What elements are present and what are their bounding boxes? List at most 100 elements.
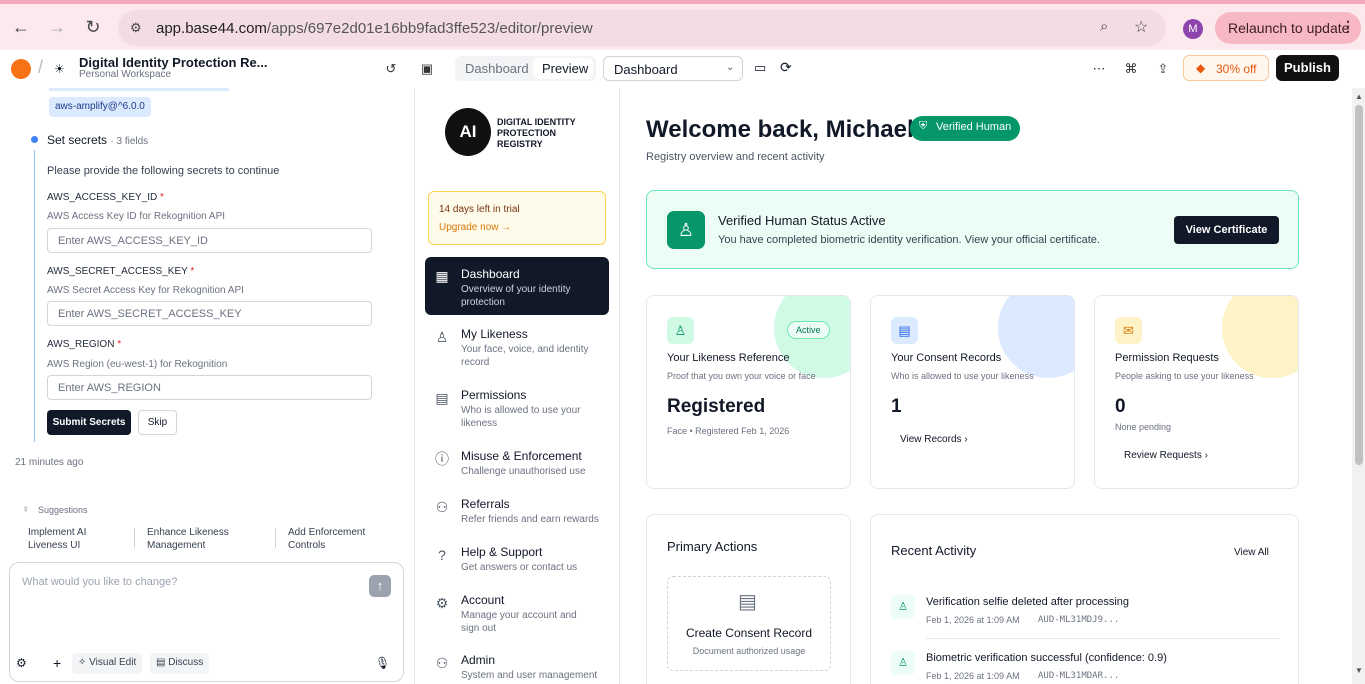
skip-button[interactable]: Skip — [138, 410, 177, 435]
scrollbar-thumb[interactable] — [1355, 105, 1363, 465]
back-icon[interactable]: ← — [10, 16, 32, 38]
activity-time: Feb 1, 2026 at 1:09 AM — [926, 615, 1020, 625]
nav-desc: Get answers or contact us — [461, 562, 578, 573]
suggestion-chip[interactable]: Implement AI Liveness UI — [28, 526, 118, 552]
base44-logo[interactable] — [11, 59, 31, 79]
step-meta: · 3 fields — [110, 136, 149, 147]
visual-edit-button[interactable]: ✧ Visual Edit — [72, 653, 143, 674]
activity-text: Biometric verification successful (confi… — [926, 652, 1167, 664]
settings-icon[interactable]: ⚙ — [16, 656, 27, 670]
nav-desc: System and user management — [461, 670, 598, 681]
page-subtitle: Registry overview and recent activity — [646, 151, 825, 163]
page-select[interactable]: Dashboard ⌄ — [603, 56, 743, 81]
more-icon[interactable]: ⋯ — [1089, 59, 1109, 79]
nav-desc: Refer friends and earn rewards — [461, 514, 599, 525]
relaunch-button[interactable]: Relaunch to update ⋮ — [1215, 12, 1361, 44]
aws-access-key-field[interactable]: Enter AWS_ACCESS_KEY_ID — [47, 228, 372, 253]
scrollbar[interactable]: ▲ ▼ — [1352, 88, 1365, 684]
user-icon: ♙ — [435, 329, 449, 345]
integrations-icon[interactable]: ⌘ — [1121, 59, 1141, 79]
address-bar[interactable]: ⚙ app.base44.com/apps/697e2d01e16bb9fad3… — [118, 10, 1166, 46]
plus-icon[interactable]: + — [53, 655, 61, 671]
scroll-down-icon[interactable]: ▼ — [1355, 666, 1363, 675]
app-preview: AI DIGITAL IDENTITY PROTECTION REGISTRY … — [414, 88, 1352, 684]
app-title[interactable]: Digital Identity Protection Re... — [79, 55, 268, 70]
zoom-icon[interactable]: ⌕ — [1100, 18, 1108, 35]
bookmark-star-icon[interactable]: ☆ — [1134, 17, 1148, 37]
sidebar-item-dashboard[interactable]: ▦ Dashboard Overview of your identity pr… — [425, 257, 609, 315]
users-icon: ⚇ — [435, 499, 449, 515]
status-title: Verified Human Status Active — [718, 213, 886, 228]
page-select-value: Dashboard — [614, 62, 678, 77]
nav-title: Misuse & Enforcement — [461, 449, 582, 463]
suggestion-chip[interactable]: Add Enforcement Controls — [288, 526, 378, 552]
upgrade-link[interactable]: Upgrade now → — [439, 222, 511, 233]
package-chip: aws-amplify@^6.0.0 — [49, 97, 151, 117]
dashboard-main: Welcome back, Michael ⛨ Verified Human Re… — [621, 88, 1333, 684]
url-path: /apps/697e2d01e16bb9fad3ffe523/editor/pr… — [266, 20, 593, 37]
aws-region-field[interactable]: Enter AWS_REGION — [47, 375, 372, 400]
step-dot — [31, 136, 38, 143]
refresh-preview-icon[interactable]: ⟳ — [780, 59, 792, 76]
publish-button[interactable]: Publish — [1276, 55, 1339, 81]
nav-title: Account — [461, 593, 505, 607]
sidebar-toggle-icon[interactable]: ▣ — [417, 59, 437, 79]
user-icon: ♙ — [667, 317, 694, 344]
review-requests-link[interactable]: Review Requests › — [1124, 450, 1208, 461]
view-records-link[interactable]: View Records › — [900, 434, 968, 445]
shield-check-icon: ⛨ — [919, 120, 928, 132]
reload-icon[interactable]: ↻ — [82, 16, 104, 38]
sidebar-item-referrals[interactable]: ⚇ Referrals Refer friends and earn rewar… — [425, 497, 609, 529]
view-certificate-button[interactable]: View Certificate — [1174, 216, 1279, 244]
activity-time: Feb 1, 2026 at 1:09 AM — [926, 671, 1020, 681]
device-preview-icon[interactable]: ▭ — [754, 60, 766, 76]
suggestion-chip[interactable]: Enhance Likeness Management — [147, 526, 237, 552]
create-consent-action[interactable]: ▤ Create Consent Record Document authori… — [667, 576, 831, 671]
action-desc: Document authorized usage — [692, 646, 806, 656]
card-desc: People asking to use your likeness — [1115, 371, 1254, 381]
sidebar-item-admin[interactable]: ⚇ Admin System and user management — [425, 653, 609, 683]
document-icon: ▤ — [435, 390, 449, 406]
relaunch-label: Relaunch to update — [1228, 20, 1350, 36]
history-icon[interactable]: ↺ — [381, 59, 401, 79]
chat-input-box[interactable]: What would you like to change? ↑ ⚙ + ✧ V… — [9, 562, 404, 682]
step-title: Set secrets — [47, 133, 108, 147]
user-check-icon: ♙ — [891, 595, 915, 619]
workspace-label: Personal Workspace — [79, 69, 172, 80]
logo-line: DIGITAL IDENTITY — [497, 117, 576, 127]
document-icon: ▤ — [891, 317, 918, 344]
nav-desc: Your face, voice, and identity record — [461, 344, 589, 368]
discuss-button[interactable]: ▤ Discuss — [150, 653, 210, 674]
field-label: AWS_REGION — [47, 339, 115, 350]
nav-desc: Challenge unauthorised use — [461, 466, 586, 477]
site-settings-icon[interactable]: ⚙ — [130, 20, 142, 36]
aws-secret-key-field[interactable]: Enter AWS_SECRET_ACCESS_KEY — [47, 301, 372, 326]
document-icon: ▤ — [738, 591, 757, 613]
tab-preview[interactable]: Preview — [533, 58, 593, 79]
microphone-icon[interactable]: 🎙 — [375, 656, 390, 670]
sidebar-item-my-likeness[interactable]: ♙ My Likeness Your face, voice, and iden… — [425, 327, 609, 371]
chat-input[interactable]: What would you like to change? — [22, 576, 177, 588]
sidebar-item-account[interactable]: ⚙ Account Manage your account and sign o… — [425, 593, 609, 637]
link-label: View Records — [900, 434, 962, 445]
inbox-icon: ✉ — [1115, 317, 1142, 344]
scroll-up-icon[interactable]: ▲ — [1355, 92, 1363, 101]
nav-desc: Manage your account and sign out — [461, 610, 577, 634]
suggestions-label: Suggestions — [38, 505, 88, 515]
submit-secrets-button[interactable]: Submit Secrets — [47, 410, 131, 435]
sidebar-item-permissions[interactable]: ▤ Permissions Who is allowed to use your… — [425, 388, 609, 432]
sidebar-item-misuse[interactable]: ⓘ Misuse & Enforcement Challenge unautho… — [425, 449, 609, 481]
tab-dashboard[interactable]: Dashboard — [465, 61, 529, 76]
profile-avatar[interactable]: M — [1183, 19, 1203, 39]
primary-actions-card: Primary Actions ▤ Create Consent Record … — [646, 514, 851, 684]
forward-icon[interactable]: → — [46, 16, 68, 38]
send-arrow-icon[interactable]: ↑ — [369, 575, 391, 597]
sidebar-item-help[interactable]: ? Help & Support Get answers or contact … — [425, 545, 609, 577]
discuss-icon: ▤ — [156, 657, 169, 668]
nav-desc: Who is allowed to use your likeness — [461, 405, 581, 429]
card-value: Registered — [667, 396, 766, 417]
discount-button[interactable]: ◆ 30% off — [1183, 55, 1269, 81]
wand-icon: ✧ — [78, 657, 90, 668]
share-icon[interactable]: ⇪ — [1153, 59, 1173, 79]
view-all-link[interactable]: View All — [1234, 547, 1269, 558]
